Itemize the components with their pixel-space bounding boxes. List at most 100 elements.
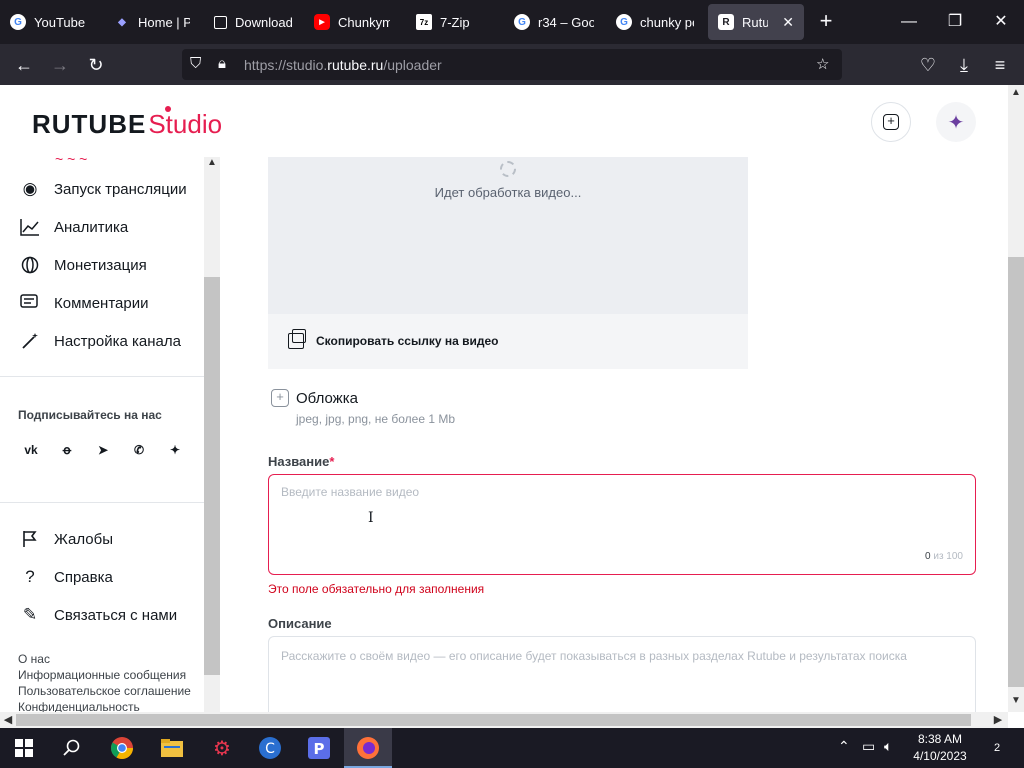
clock[interactable]: 8:38 AM 4/10/2023 xyxy=(905,731,975,765)
avatar[interactable]: ✦ xyxy=(936,102,976,142)
svg-text:C: C xyxy=(265,741,275,757)
sidebar-item-help[interactable]: ? Справка xyxy=(18,562,113,592)
copy-link-button[interactable]: Скопировать ссылку на видео xyxy=(268,314,748,369)
plus-icon: + xyxy=(883,114,899,130)
page-scroll-up-icon[interactable]: ▲ xyxy=(1008,87,1024,98)
scroll-right-icon[interactable]: ▶ xyxy=(990,712,1006,728)
title-input[interactable] xyxy=(281,485,961,499)
download-site-icon xyxy=(214,15,227,29)
tab-rutube[interactable]: R Rutube ✕ xyxy=(708,4,804,40)
youtube-icon: ▶ xyxy=(314,14,330,30)
close-tab-icon[interactable]: ✕ xyxy=(782,14,794,31)
horizontal-scrollbar-thumb[interactable] xyxy=(16,714,971,726)
ccleaner-icon[interactable]: C xyxy=(256,734,284,762)
subscribe-title: Подписывайтесь на нас xyxy=(18,408,162,422)
close-window-button[interactable]: ✕ xyxy=(986,10,1016,34)
page-scrollbar-thumb[interactable] xyxy=(1008,257,1024,687)
tab-7zip[interactable]: 7z 7-Zip xyxy=(406,4,502,40)
upload-video-button[interactable]: + xyxy=(871,102,911,142)
diamond-icon: ◆ xyxy=(118,16,126,28)
footer-link-about[interactable]: О нас xyxy=(18,652,50,666)
page-content: RUTUBEStudio + ✦ ~ ~ ~ ◉ Запуск трансляц… xyxy=(0,85,1024,728)
page-scroll-down-icon[interactable]: ▼ xyxy=(1008,695,1024,706)
reload-icon[interactable]: ↻ xyxy=(82,52,110,78)
title-error-message: Это поле обязательно для заполнения xyxy=(268,582,485,596)
network-icon[interactable]: ▭ xyxy=(862,738,875,755)
vk-icon[interactable]: vk xyxy=(19,438,43,462)
viber-icon[interactable]: ✆ xyxy=(127,438,151,462)
rutube-studio-logo[interactable]: RUTUBEStudio xyxy=(32,106,222,140)
zen-icon[interactable]: ✦ xyxy=(163,438,187,462)
chrome-icon[interactable] xyxy=(108,734,136,762)
shield-icon[interactable]: ⛉ xyxy=(190,55,201,72)
pocket-icon[interactable]: ♡ xyxy=(914,52,942,78)
description-label: Описание xyxy=(268,616,332,631)
volume-icon[interactable]: 🔈︎ xyxy=(884,738,892,755)
maximize-button[interactable]: ❐ xyxy=(940,10,970,34)
broadcast-icon: ◉ xyxy=(22,179,38,198)
sidebar: ~ ~ ~ ◉ Запуск трансляции Аналитика Моне… xyxy=(0,157,220,728)
tab-r34-google[interactable]: G r34 – Goog xyxy=(504,4,604,40)
google-icon: G xyxy=(616,14,632,30)
app-gear-icon[interactable]: ⚙ xyxy=(208,734,236,762)
windows-start-icon[interactable] xyxy=(10,734,38,762)
title-label: Название* xyxy=(268,454,335,469)
sidebar-item-monetization[interactable]: Монетизация xyxy=(18,250,147,280)
clipped-item: ~ ~ ~ xyxy=(55,157,88,167)
sidebar-item-channel-settings[interactable]: Настройка канала xyxy=(18,326,181,356)
sidebar-item-contact[interactable]: ✎ Связаться с нами xyxy=(18,600,177,630)
tab-download[interactable]: Download xyxy=(204,4,302,40)
rutube-icon: R xyxy=(718,14,734,30)
studio-header: RUTUBEStudio + ✦ xyxy=(0,85,1008,157)
sidebar-item-analytics[interactable]: Аналитика xyxy=(18,212,128,242)
tab-chunky-google[interactable]: G chunky pe xyxy=(606,4,704,40)
app-p-icon[interactable]: P xyxy=(305,734,333,762)
tab-chunkym[interactable]: ▶ Chunkym xyxy=(304,4,400,40)
minimize-button[interactable]: — xyxy=(894,10,924,34)
pencil-icon: ✎ xyxy=(22,605,38,624)
sidebar-scroll-up-icon[interactable]: ▲ xyxy=(204,157,220,171)
scroll-left-icon[interactable]: ◀ xyxy=(0,712,16,728)
lock-icon[interactable]: 🔒︎ xyxy=(218,55,226,72)
sidebar-item-broadcast[interactable]: ◉ Запуск трансляции xyxy=(18,174,187,204)
bookmark-star-icon[interactable]: ☆ xyxy=(816,55,829,73)
help-icon: ? xyxy=(25,567,35,586)
menu-icon[interactable]: ≡ xyxy=(986,52,1014,78)
new-tab-button[interactable]: + xyxy=(814,10,838,34)
sidebar-divider xyxy=(0,376,204,377)
sidebar-scrollbar-thumb[interactable] xyxy=(204,277,220,675)
cover-title[interactable]: Обложка xyxy=(296,390,358,407)
search-icon[interactable] xyxy=(58,734,86,762)
analytics-icon xyxy=(18,215,42,239)
logo-dot xyxy=(165,106,171,112)
url-text[interactable]: https://studio.rutube.ru/uploader xyxy=(244,57,442,73)
address-bar[interactable]: ⛉ 🔒︎ https://studio.rutube.ru/uploader ☆ xyxy=(182,49,842,80)
file-explorer-icon[interactable] xyxy=(158,734,186,762)
tray-chevron-icon[interactable]: ⌃ xyxy=(838,738,850,755)
telegram-icon[interactable]: ➤ xyxy=(91,438,115,462)
description-input[interactable] xyxy=(281,649,965,719)
tab-home-pc[interactable]: ◆ Home | PC xyxy=(104,4,200,40)
add-cover-icon[interactable]: + xyxy=(271,389,289,407)
notifications-icon[interactable]: 2 xyxy=(984,738,1010,754)
firefox-icon[interactable] xyxy=(354,734,382,762)
cover-hint: jpeg, jpg, png, не более 1 Mb xyxy=(296,412,456,426)
svg-text:P: P xyxy=(314,740,325,758)
ok-icon[interactable]: ꝋ xyxy=(55,438,79,462)
title-field[interactable]: 0 из 100 xyxy=(268,474,976,575)
flag-icon xyxy=(18,527,42,551)
sidebar-item-comments[interactable]: Комментарии xyxy=(18,288,148,318)
back-icon[interactable]: ← xyxy=(10,52,38,78)
notification-count: 2 xyxy=(994,742,1001,754)
footer-link-info[interactable]: Информационные сообщения xyxy=(18,668,186,682)
video-preview: Идет обработка видео... xyxy=(268,157,748,314)
forward-icon[interactable]: → xyxy=(46,52,74,78)
sidebar-item-complaints[interactable]: Жалобы xyxy=(18,524,113,554)
title-counter: 0 из 100 xyxy=(925,551,963,562)
footer-link-terms[interactable]: Пользовательское соглашение xyxy=(18,684,191,698)
tab-youtube[interactable]: G YouTube xyxy=(0,4,104,40)
browser-tab-bar: G YouTube ◆ Home | PC Download ▶ Chunkym… xyxy=(0,0,1024,44)
7zip-icon: 7z xyxy=(416,14,432,30)
hummingbird-icon: ✦ xyxy=(947,111,965,134)
downloads-icon[interactable]: ⤓ xyxy=(950,52,978,78)
